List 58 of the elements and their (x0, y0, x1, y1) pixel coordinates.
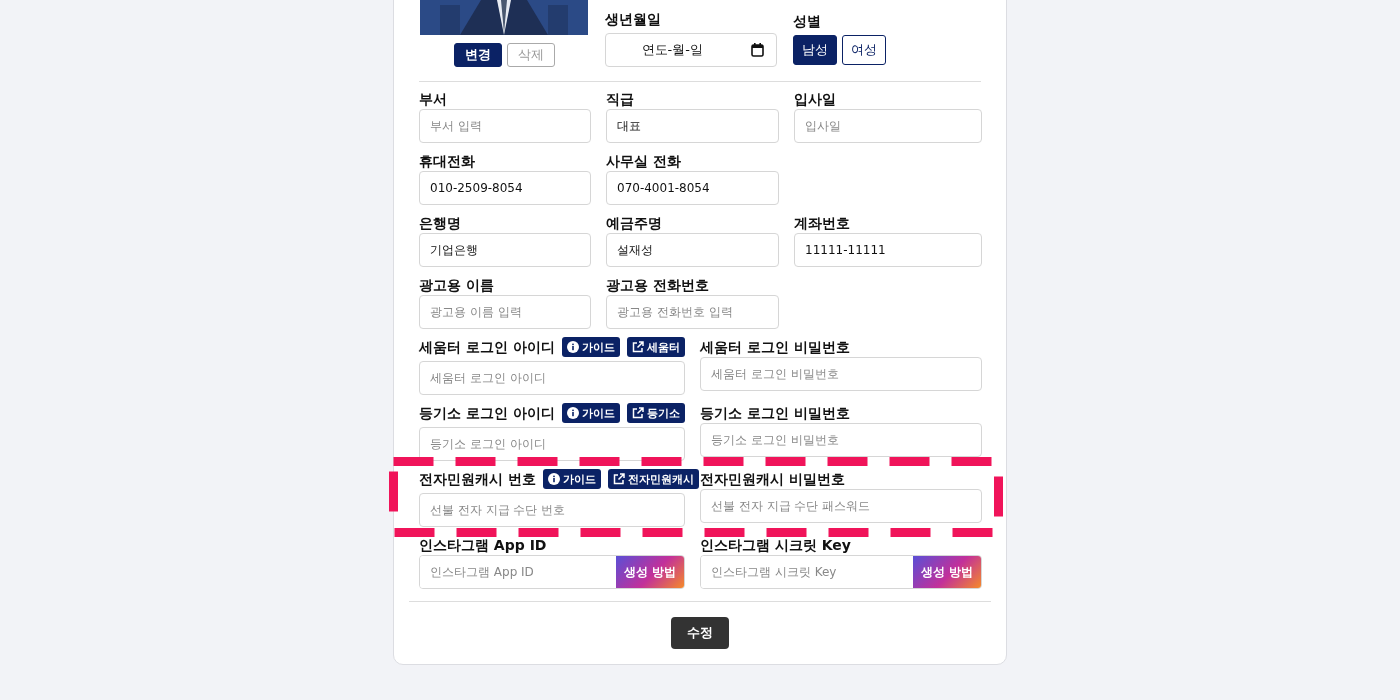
guide-link[interactable]: 가이드 (542, 469, 601, 489)
field-label: 예금주명 (606, 215, 662, 231)
field-label: 광고용 전화번호 (606, 277, 709, 293)
text-field[interactable]: 입사일 (794, 109, 982, 143)
field-label: 직급 (606, 91, 634, 107)
info-icon (566, 341, 579, 353)
field-label: 생년월일 (605, 10, 662, 29)
field-label: 광고용 이름 (419, 277, 494, 293)
text-field[interactable]: 대표 (606, 109, 779, 143)
external-link[interactable]: 등기소 (626, 403, 685, 423)
guide-link[interactable]: 가이드 (561, 337, 620, 357)
guide-link[interactable]: 가이드 (561, 403, 620, 423)
field-label: 입사일 (794, 91, 836, 107)
text-field[interactable]: 설재성 (606, 233, 779, 267)
text-field[interactable]: 광고용 전화번호 입력 (606, 295, 779, 329)
field-label: 등기소 로그인 아이디 (419, 404, 555, 423)
info-icon (566, 407, 579, 419)
text-field[interactable]: 기업은행 (419, 233, 591, 267)
text-field[interactable]: 070-4001-8054 (606, 171, 779, 205)
field-label: 등기소 로그인 비밀번호 (700, 405, 850, 421)
external-link-icon (612, 473, 625, 485)
how-to-create-button[interactable]: 생성 방법 (615, 556, 684, 588)
external-link-icon (631, 341, 644, 353)
text-field[interactable]: 세움터 로그인 아이디 (419, 361, 685, 395)
submit-button[interactable]: 수정 (671, 617, 729, 649)
field-label: 인스타그램 시크릿 Key (700, 537, 851, 553)
field-label: 사무실 전화 (606, 153, 681, 169)
text-field[interactable]: 등기소 로그인 아이디 (419, 427, 685, 461)
date-field[interactable]: 연도-월-일 (605, 33, 777, 67)
field-label: 휴대전화 (419, 153, 475, 169)
text-field[interactable]: 선불 전자 지급 수단 패스워드 (700, 489, 982, 523)
text-field[interactable]: 광고용 이름 입력 (419, 295, 591, 329)
field-label: 전자민원캐시 비밀번호 (700, 471, 845, 487)
calendar-icon (751, 43, 764, 57)
external-link[interactable]: 세움터 (626, 337, 685, 357)
text-field[interactable]: 세움터 로그인 비밀번호 (700, 357, 982, 391)
text-field[interactable]: 인스타그램 App ID 생성 방법 (419, 555, 685, 589)
how-to-create-button[interactable]: 생성 방법 (912, 556, 981, 588)
text-field[interactable]: 인스타그램 시크릿 Key 생성 방법 (700, 555, 982, 589)
change-photo-button[interactable]: 변경 (453, 43, 502, 67)
text-field[interactable]: 선불 전자 지급 수단 번호 (419, 493, 685, 527)
external-link-icon (631, 407, 644, 419)
field-label: 부서 (419, 91, 447, 107)
field-label: 성별 (793, 12, 822, 31)
field-label: 전자민원캐시 번호 (419, 470, 536, 489)
gender-option[interactable]: 여성 (842, 35, 886, 65)
field-label: 세움터 로그인 비밀번호 (700, 339, 850, 355)
field-label: 계좌번호 (794, 215, 850, 231)
external-link[interactable]: 전자민원캐시 (607, 469, 699, 489)
text-field[interactable]: 010-2509-8054 (419, 171, 591, 205)
text-field[interactable]: 등기소 로그인 비밀번호 (700, 423, 982, 457)
info-icon (547, 473, 560, 485)
field-label: 은행명 (419, 215, 461, 231)
text-field[interactable]: 부서 입력 (419, 109, 591, 143)
text-field[interactable]: 11111-11111 (794, 233, 982, 267)
field-label: 세움터 로그인 아이디 (419, 338, 555, 357)
field-label: 인스타그램 App ID (419, 537, 547, 553)
gender-option[interactable]: 남성 (793, 35, 837, 65)
